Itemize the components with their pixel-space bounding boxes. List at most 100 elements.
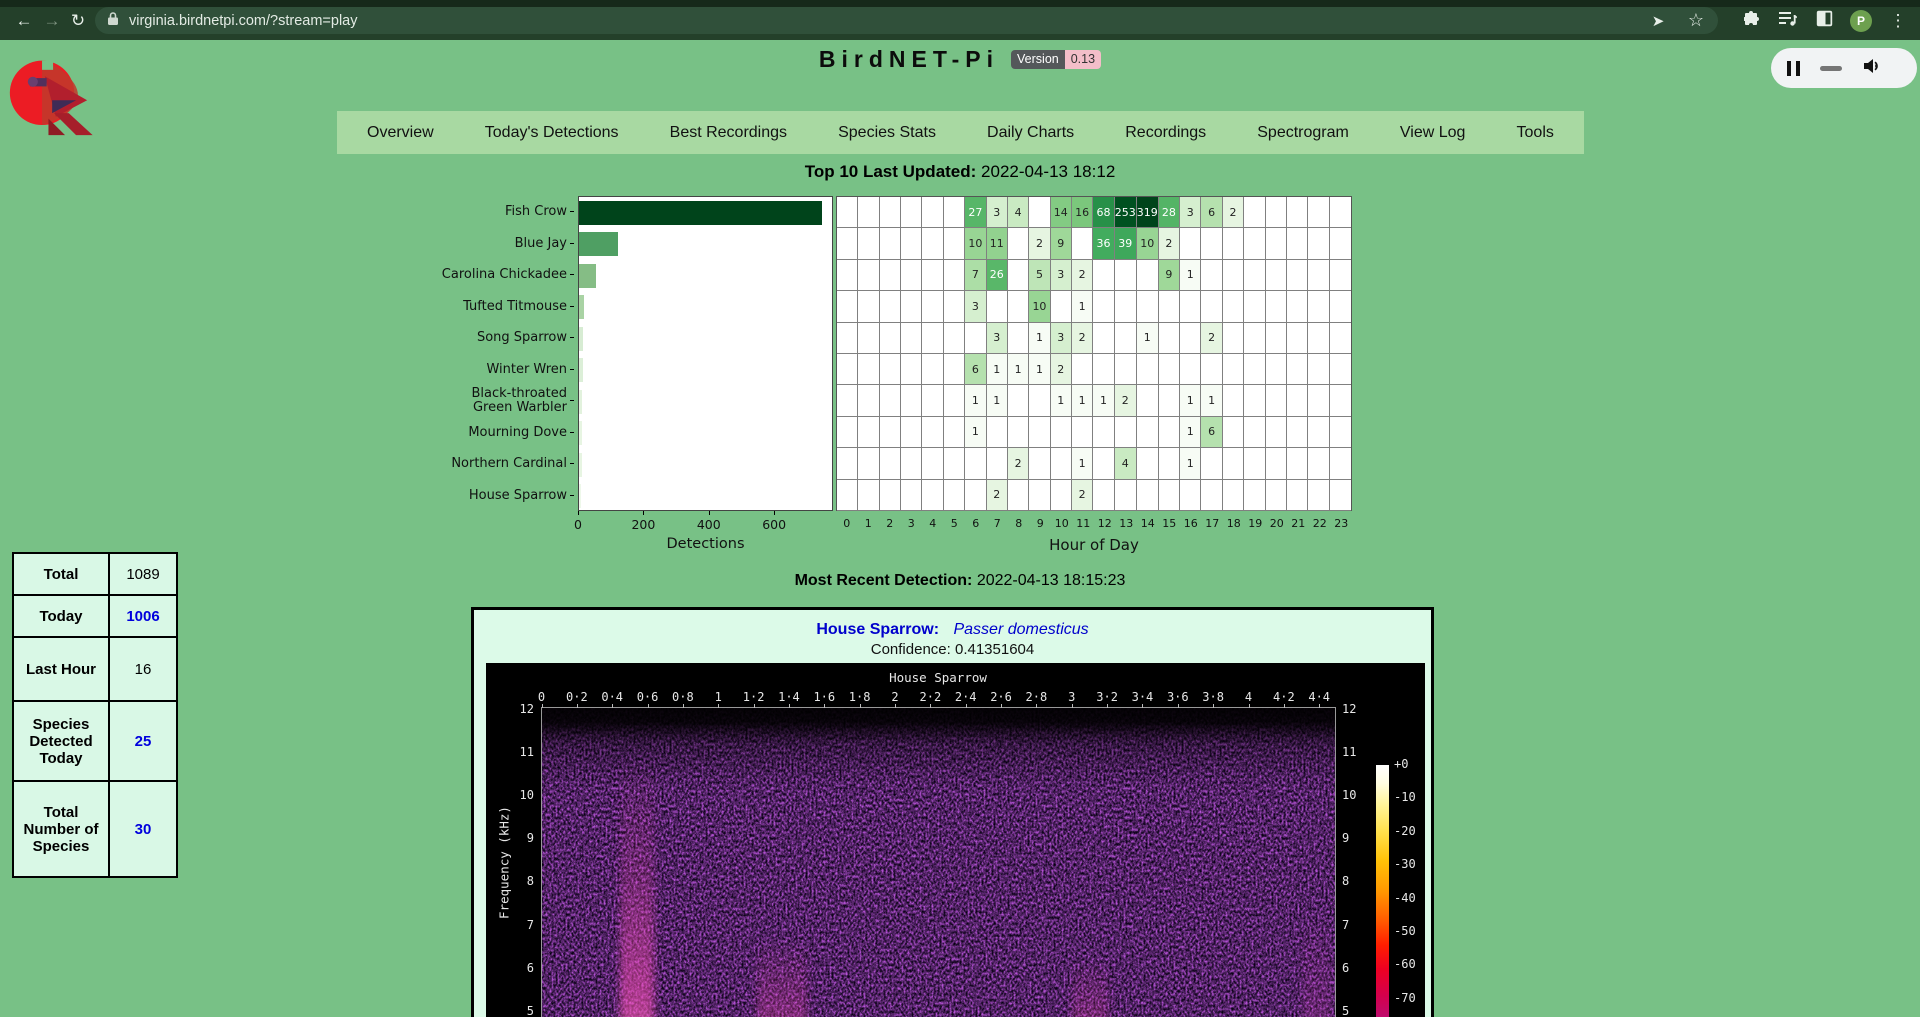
heatmap-cell — [880, 323, 901, 354]
heatmap-cell: 3 — [987, 323, 1008, 354]
heatmap-cell — [1008, 291, 1029, 322]
heatmap-cell — [1051, 291, 1072, 322]
confidence-label: Confidence: — [871, 641, 951, 658]
heatmap-cell — [1330, 323, 1351, 354]
heatmap-cell: 10 — [1137, 228, 1159, 259]
heatmap-cell — [1244, 260, 1265, 291]
heatmap-cell — [1201, 480, 1222, 511]
stat-value-total-number-of-species[interactable]: 30 — [109, 781, 177, 877]
bar-carolina-chickadee — [579, 264, 596, 288]
heatmap-cell: 4 — [1115, 448, 1137, 479]
side-panel-icon[interactable] — [1814, 10, 1834, 31]
hour-tick-label: 22 — [1309, 517, 1331, 530]
heatmap-cell — [837, 291, 858, 322]
heatmap-cell — [1330, 448, 1351, 479]
send-icon[interactable]: ➤ — [1648, 12, 1668, 30]
heatmap-cell — [944, 385, 965, 416]
heatmap-cell — [1159, 385, 1180, 416]
heatmap-cell — [1308, 385, 1329, 416]
heatmap-cell — [944, 197, 965, 228]
heatmap-cell: 1 — [1072, 291, 1093, 322]
heatmap-cell — [1266, 197, 1287, 228]
heatmap-cell — [858, 354, 879, 385]
nav-item-species-stats[interactable]: Species Stats — [838, 124, 936, 142]
heatmap-cell — [1308, 448, 1329, 479]
nav-item-spectrogram[interactable]: Spectrogram — [1257, 124, 1349, 142]
heatmap-cell — [1008, 260, 1029, 291]
nav-item-best-recordings[interactable]: Best Recordings — [670, 124, 787, 142]
extensions-puzzle-icon[interactable] — [1742, 10, 1762, 31]
heatmap-cell: 39 — [1115, 228, 1137, 259]
heatmap-cell — [1266, 260, 1287, 291]
heatmap-cell: 1 — [987, 354, 1008, 385]
species-label: Fish Crow — [440, 196, 574, 228]
pause-icon[interactable] — [1787, 61, 1800, 76]
heatmap-cell — [1093, 448, 1114, 479]
heatmap-cell — [1029, 417, 1050, 448]
heatmap-cell — [987, 417, 1008, 448]
hour-tick-label: 18 — [1223, 517, 1245, 530]
nav-item-tools[interactable]: Tools — [1517, 124, 1554, 142]
profile-avatar[interactable]: P — [1850, 10, 1872, 32]
heatmap-cell — [922, 323, 943, 354]
heatmap-cell — [1330, 291, 1351, 322]
nav-item-recordings[interactable]: Recordings — [1125, 124, 1206, 142]
heatmap-cell — [987, 291, 1008, 322]
url-text[interactable]: virginia.birdnetpi.com/?stream=play — [129, 13, 1648, 29]
hour-tick-label: 3 — [901, 517, 923, 530]
heatmap-cell — [1266, 291, 1287, 322]
heatmap-cell — [1287, 291, 1308, 322]
heatmap-cell — [922, 291, 943, 322]
stat-value-today[interactable]: 1006 — [109, 595, 177, 637]
nav-item-overview[interactable]: Overview — [367, 124, 434, 142]
hour-tick-label: 12 — [1094, 517, 1116, 530]
audio-player[interactable] — [1771, 48, 1917, 88]
hour-tick-label: 9 — [1030, 517, 1052, 530]
forward-icon[interactable]: → — [40, 10, 64, 32]
spectrogram-time-tickmark — [1319, 704, 1320, 708]
heatmap-cell — [922, 197, 943, 228]
detection-common-name[interactable]: House Sparrow: — [816, 621, 939, 638]
nav-item-today-s-detections[interactable]: Today's Detections — [485, 124, 619, 142]
heatmap-cell — [1137, 480, 1159, 511]
heatmap-cell — [1244, 448, 1265, 479]
browser-menu-kebab-icon[interactable]: ⋮ — [1888, 11, 1908, 31]
heatmap-cell — [901, 291, 922, 322]
heatmap-cell — [1115, 291, 1137, 322]
top10-updated-line: Top 10 Last Updated: 2022-04-13 18:12 — [0, 162, 1920, 182]
reload-icon[interactable]: ↻ — [66, 10, 90, 32]
heatmap-cell — [858, 417, 879, 448]
heatmap-cell — [1330, 228, 1351, 259]
detection-scientific-name[interactable]: Passer domesticus — [953, 621, 1088, 638]
colorbar-tick-label: +0 — [1394, 757, 1408, 771]
spectrogram-time-tick: 1 — [715, 690, 722, 704]
hour-tick-label: 6 — [965, 517, 987, 530]
species-label: Black-throated Green Warbler — [440, 385, 574, 417]
nav-item-daily-charts[interactable]: Daily Charts — [987, 124, 1074, 142]
back-icon[interactable]: ← — [12, 10, 36, 32]
bar-axis-tick — [774, 511, 775, 515]
media-playlist-icon[interactable] — [1778, 11, 1798, 31]
stat-value-species-detected-today[interactable]: 25 — [109, 701, 177, 781]
nav-item-view-log[interactable]: View Log — [1400, 124, 1466, 142]
heatmap-cell — [1330, 354, 1351, 385]
bar-axis-tick-label: 400 — [697, 517, 721, 532]
hour-tick-label: 13 — [1116, 517, 1138, 530]
heatmap-cell — [1008, 323, 1029, 354]
spectrogram-time-tick: 3·8 — [1202, 690, 1224, 704]
heatmap-cell: 1 — [1072, 448, 1093, 479]
heatmap-cell — [922, 354, 943, 385]
heatmap-cell — [944, 323, 965, 354]
heatmap-cell — [944, 228, 965, 259]
url-bar[interactable]: virginia.birdnetpi.com/?stream=play ➤ ☆ — [95, 7, 1718, 34]
heatmap-cell: 2 — [1051, 354, 1072, 385]
audio-seek-bar[interactable] — [1820, 66, 1842, 71]
heatmap-cell — [1137, 291, 1159, 322]
volume-icon[interactable] — [1862, 57, 1882, 80]
colorbar-tick-label: -10 — [1394, 790, 1416, 804]
bar-blue-jay — [579, 232, 618, 256]
bar-winter-wren — [579, 358, 583, 382]
bookmark-star-icon[interactable]: ☆ — [1686, 10, 1706, 31]
hour-tick-label: 8 — [1008, 517, 1030, 530]
bar-axis-tick-label: 0 — [574, 517, 582, 532]
